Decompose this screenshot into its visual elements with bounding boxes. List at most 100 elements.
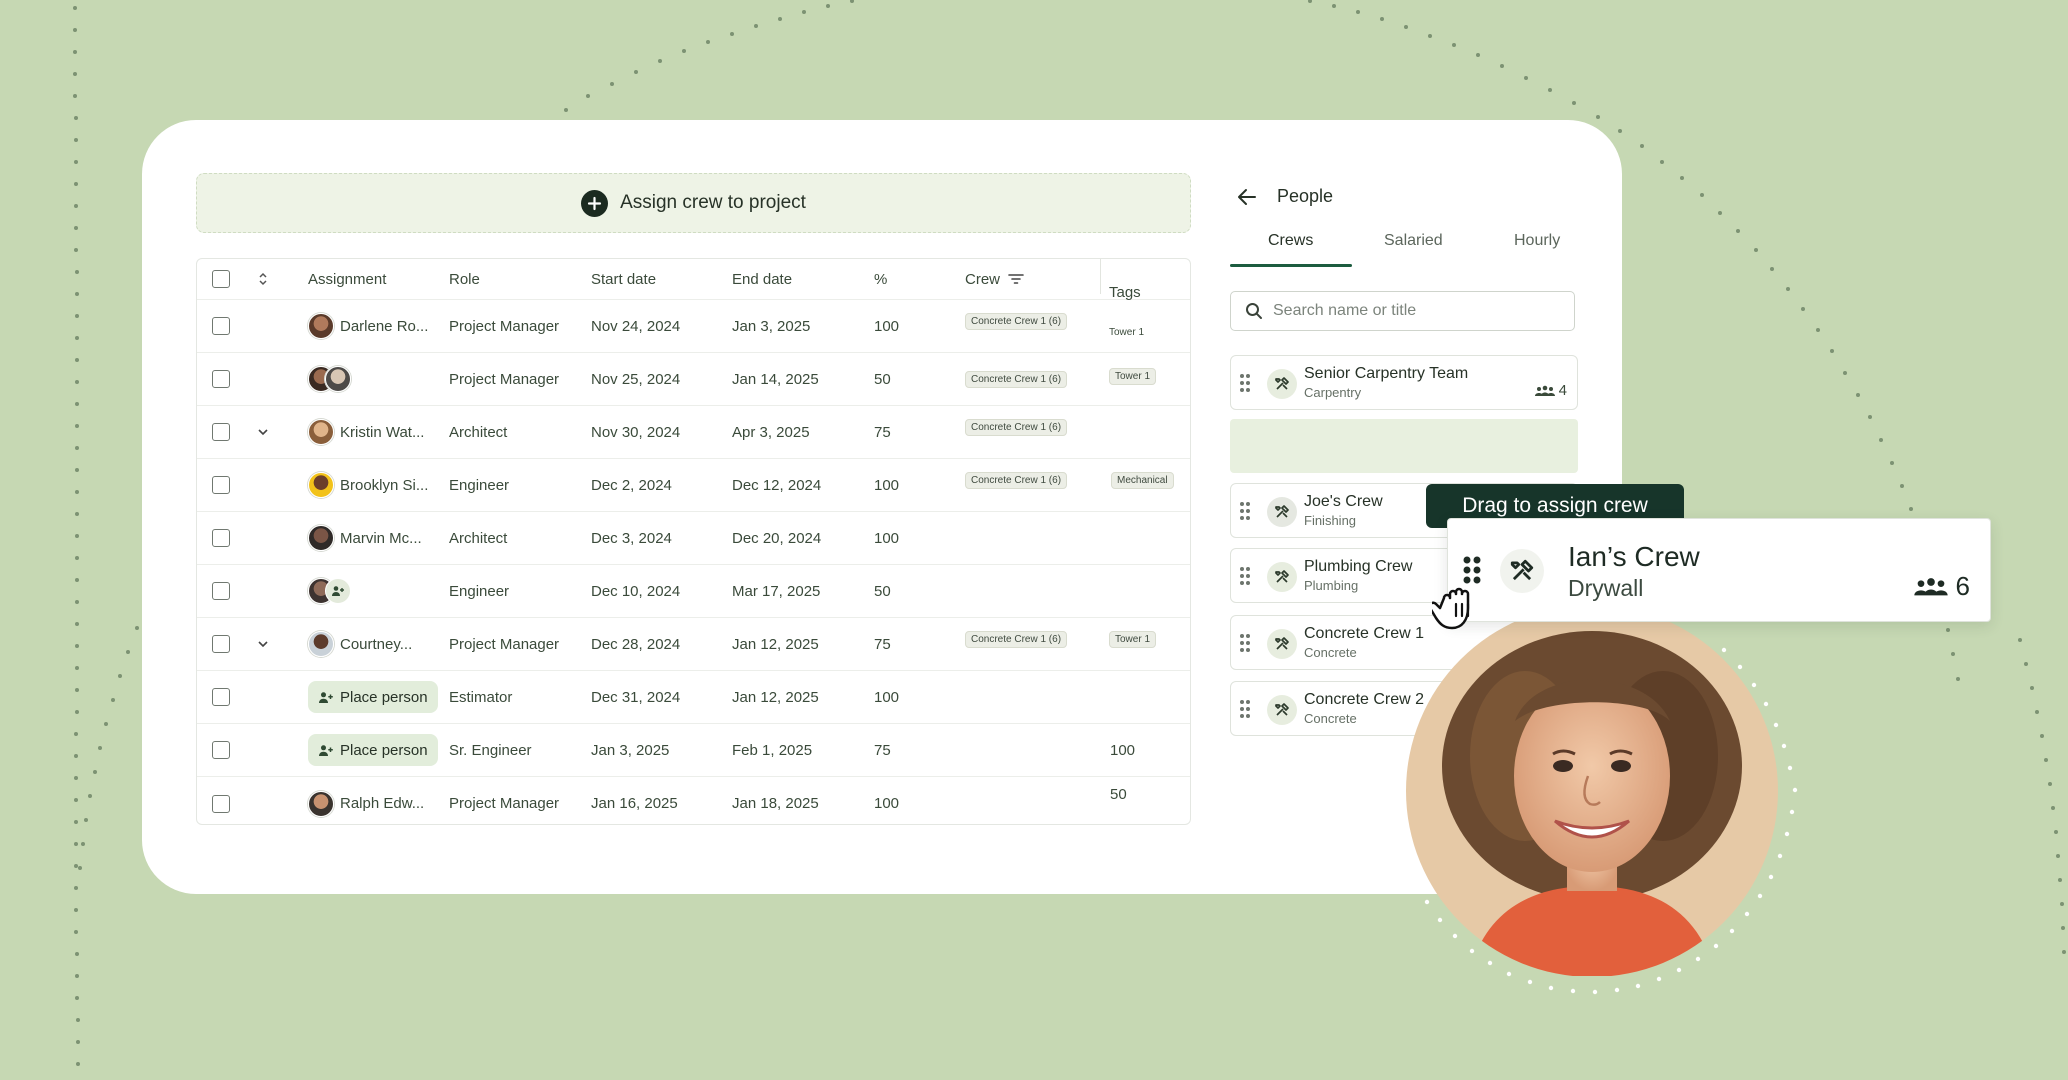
end-date-cell[interactable]: Feb 1, 2025 xyxy=(732,724,812,776)
avatar[interactable] xyxy=(308,631,334,657)
header-end-date[interactable]: End date xyxy=(732,259,792,299)
avatar-group[interactable] xyxy=(308,366,351,392)
start-date-cell[interactable]: Dec 3, 2024 xyxy=(591,512,672,564)
row-checkbox[interactable] xyxy=(212,423,230,441)
avatar[interactable] xyxy=(308,419,334,445)
avatar-group[interactable] xyxy=(308,578,351,604)
percent-cell[interactable]: 100 xyxy=(874,512,899,564)
header-start-date[interactable]: Start date xyxy=(591,259,656,299)
end-date-cell[interactable]: Jan 18, 2025 xyxy=(732,777,819,830)
tag-chip[interactable]: Tower 1 xyxy=(1109,367,1157,385)
percent-cell[interactable]: 100 xyxy=(874,459,899,511)
person-name[interactable]: Brooklyn Si... xyxy=(340,477,428,494)
person-name[interactable]: Darlene Ro... xyxy=(340,318,428,335)
avatar[interactable] xyxy=(308,313,334,339)
tab-hourly[interactable]: Hourly xyxy=(1514,232,1560,250)
table-row[interactable]: Darlene Ro... Project Manager Nov 24, 20… xyxy=(197,300,1190,353)
table-row[interactable]: Kristin Wat... Architect Nov 30, 2024 Ap… xyxy=(197,406,1190,459)
end-date-cell[interactable]: Jan 12, 2025 xyxy=(732,618,819,670)
crew-card[interactable]: Senior Carpentry Team Carpentry 4 xyxy=(1230,355,1578,410)
crew-chip[interactable]: Concrete Crew 1 (6) xyxy=(965,630,1068,648)
row-checkbox[interactable] xyxy=(212,635,230,653)
table-row[interactable]: Courtney... Project Manager Dec 28, 2024… xyxy=(197,618,1190,671)
chevron-down-icon[interactable] xyxy=(257,428,269,436)
table-row[interactable]: Marvin Mc... Architect Dec 3, 2024 Dec 2… xyxy=(197,512,1190,565)
tag-chip[interactable]: Mechanical xyxy=(1111,471,1174,489)
drag-handle-icon[interactable] xyxy=(1239,699,1251,719)
row-checkbox[interactable] xyxy=(212,794,230,813)
header-assignment[interactable]: Assignment xyxy=(308,259,386,299)
column-divider[interactable] xyxy=(1100,259,1101,294)
start-date-cell[interactable]: Dec 28, 2024 xyxy=(591,618,680,670)
end-date-cell[interactable]: Jan 14, 2025 xyxy=(732,353,819,405)
header-crew[interactable]: Crew xyxy=(965,259,1024,299)
header-role[interactable]: Role xyxy=(449,259,480,299)
row-checkbox[interactable] xyxy=(212,688,230,706)
end-date-cell[interactable]: Mar 17, 2025 xyxy=(732,565,820,617)
crew-chip[interactable]: Concrete Crew 1 (6) xyxy=(965,312,1068,330)
crew-chip[interactable]: Concrete Crew 1 (6) xyxy=(965,370,1068,388)
end-date-cell[interactable]: Apr 3, 2025 xyxy=(732,406,810,458)
end-date-cell[interactable]: Dec 12, 2024 xyxy=(732,459,821,511)
drag-handle-icon[interactable] xyxy=(1239,373,1251,393)
avatar[interactable] xyxy=(308,525,334,551)
row-checkbox[interactable] xyxy=(212,741,230,759)
search-input[interactable]: Search name or title xyxy=(1230,291,1575,331)
end-date-cell[interactable]: Dec 20, 2024 xyxy=(732,512,821,564)
table-row[interactable]: Engineer Dec 10, 2024 Mar 17, 2025 50 xyxy=(197,565,1190,618)
tab-crews[interactable]: Crews xyxy=(1268,232,1313,250)
tag-chip[interactable]: Tower 1 xyxy=(1109,630,1157,648)
filter-icon[interactable] xyxy=(1008,273,1024,285)
row-checkbox[interactable] xyxy=(212,582,230,600)
start-date-cell[interactable]: Jan 3, 2025 xyxy=(591,724,669,776)
chevron-down-icon[interactable] xyxy=(257,640,269,648)
sort-icon[interactable] xyxy=(257,271,269,287)
start-date-cell[interactable]: Dec 10, 2024 xyxy=(591,565,680,617)
person-name[interactable]: Marvin Mc... xyxy=(340,530,422,547)
row-checkbox[interactable] xyxy=(212,529,230,547)
percent-cell[interactable]: 75 xyxy=(874,724,891,776)
tag-label[interactable]: Tower 1 xyxy=(1109,327,1144,338)
row-checkbox[interactable] xyxy=(212,476,230,494)
drag-handle-icon[interactable] xyxy=(1239,633,1251,653)
table-row[interactable]: Brooklyn Si... Engineer Dec 2, 2024 Dec … xyxy=(197,459,1190,512)
start-date-cell[interactable]: Dec 2, 2024 xyxy=(591,459,672,511)
end-date-cell[interactable]: Jan 3, 2025 xyxy=(732,300,810,352)
start-date-cell[interactable]: Nov 25, 2024 xyxy=(591,353,680,405)
percent-cell[interactable]: 100 xyxy=(874,671,899,723)
place-person-button[interactable]: Place person xyxy=(308,681,438,713)
start-date-cell[interactable]: Jan 16, 2025 xyxy=(591,777,678,830)
header-tags[interactable]: Tags xyxy=(1109,284,1141,301)
tag-cell[interactable]: 50 xyxy=(1110,768,1127,821)
start-date-cell[interactable]: Dec 31, 2024 xyxy=(591,671,680,723)
row-checkbox[interactable] xyxy=(212,370,230,388)
avatar[interactable] xyxy=(308,790,334,817)
dragged-crew-card[interactable]: Ian’s Crew Drywall 6 xyxy=(1447,518,1991,622)
tab-salaried[interactable]: Salaried xyxy=(1384,232,1443,250)
percent-cell[interactable]: 100 xyxy=(874,777,899,830)
table-row[interactable]: Place person Estimator Dec 31, 2024 Jan … xyxy=(197,671,1190,724)
percent-cell[interactable]: 75 xyxy=(874,406,891,458)
header-percent[interactable]: % xyxy=(874,259,887,299)
percent-cell[interactable]: 75 xyxy=(874,618,891,670)
end-date-cell[interactable]: Jan 12, 2025 xyxy=(732,671,819,723)
add-person-icon[interactable] xyxy=(325,578,351,604)
start-date-cell[interactable]: Nov 24, 2024 xyxy=(591,300,680,352)
person-name[interactable]: Kristin Wat... xyxy=(340,424,424,441)
back-arrow-icon[interactable] xyxy=(1237,188,1257,206)
drag-handle-icon[interactable] xyxy=(1239,566,1251,586)
assign-crew-dropzone[interactable]: Assign crew to project xyxy=(196,173,1191,233)
table-row[interactable]: Place person Sr. Engineer Jan 3, 2025 Fe… xyxy=(197,724,1190,777)
select-all-checkbox[interactable] xyxy=(212,270,230,288)
percent-cell[interactable]: 100 xyxy=(874,300,899,352)
percent-cell[interactable]: 50 xyxy=(874,565,891,617)
place-person-button[interactable]: Place person xyxy=(308,734,438,766)
avatar[interactable] xyxy=(308,472,334,498)
drag-handle-icon[interactable] xyxy=(1239,501,1251,521)
person-name[interactable]: Courtney... xyxy=(340,636,412,653)
crew-chip[interactable]: Concrete Crew 1 (6) xyxy=(965,471,1068,489)
table-row[interactable]: Project Manager Nov 25, 2024 Jan 14, 202… xyxy=(197,353,1190,406)
start-date-cell[interactable]: Nov 30, 2024 xyxy=(591,406,680,458)
row-checkbox[interactable] xyxy=(212,317,230,335)
person-name[interactable]: Ralph Edw... xyxy=(340,795,424,812)
